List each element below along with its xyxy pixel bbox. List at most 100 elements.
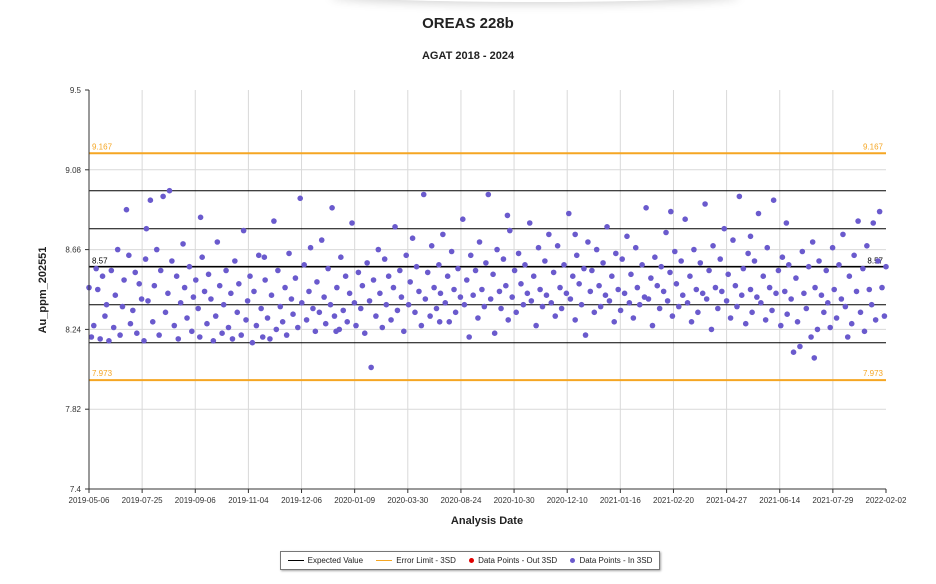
data-point [420,191,427,198]
data-point [271,218,277,224]
data-point [145,298,151,304]
data-point [394,307,401,314]
data-point [307,244,314,251]
data-point [385,273,392,280]
data-point [476,239,483,245]
data-point [234,309,241,316]
data-point [264,315,271,321]
data-point [199,254,205,260]
data-point [875,258,881,264]
data-point [645,296,652,302]
data-point [691,246,697,253]
x-tick-label: 2021-06-14 [759,496,800,505]
data-point [216,282,223,289]
data-point [214,239,221,245]
data-point [747,233,754,240]
data-point [162,309,169,316]
data-point [130,307,136,314]
data-point [604,224,610,230]
data-point [668,208,674,215]
data-point [565,210,572,217]
data-point [572,317,578,323]
x-tick-label: 2021-02-20 [653,496,694,505]
data-point [490,271,496,278]
legend-item-expected: Expected Value [287,556,364,565]
data-point [451,286,457,293]
data-point [121,277,127,283]
data-point [816,258,822,264]
data-point [857,309,864,316]
data-point [654,282,661,289]
data-point [533,322,539,329]
data-point [554,243,561,249]
data-point [818,292,825,299]
x-tick-label: 2021-01-16 [600,496,641,505]
x-tick-label: 2019-12-06 [281,496,322,505]
data-point [379,324,386,331]
data-point [717,256,724,262]
data-point [290,311,296,318]
data-point [142,256,149,262]
legend-label-expected: Expected Value [307,556,364,565]
data-point [783,220,790,226]
data-point [781,288,788,295]
x-tick-label: 2020-10-30 [494,496,535,505]
data-point [825,300,831,306]
error-limit-label-right: 9.167 [863,142,884,151]
data-point [688,319,695,325]
data-point [428,243,435,249]
data-point [243,317,249,323]
data-point [466,334,472,340]
data-point [413,263,420,270]
data-point [876,208,883,215]
data-point [192,277,199,283]
data-point [805,263,812,270]
data-point [790,349,797,356]
data-point [619,256,625,262]
data-point [288,296,295,302]
data-point [706,267,712,274]
data-point [505,317,512,323]
data-point [298,300,305,306]
data-point [157,267,164,274]
data-point [543,292,550,299]
data-point [751,258,758,264]
data-point [593,246,600,253]
data-point [373,313,379,319]
scatter-plot: 8.57 8.579.167 9.1677.973 7.973 2019-05-06 2… [37,86,907,527]
data-point [93,265,99,272]
data-point [721,225,728,232]
data-point [177,300,184,306]
data-point [147,197,154,203]
legend-item-error-limit: Error Limit - 3SD [376,556,456,565]
data-point [639,262,645,268]
data-point [702,201,708,207]
data-point [312,328,319,335]
data-point [509,294,516,300]
data-point [481,303,488,310]
data-point [572,231,578,238]
data-point [138,296,145,302]
data-point [238,332,245,338]
chart-legend: Expected Value Error Limit - 3SD Data Po… [280,551,660,570]
data-point [459,216,466,222]
legend-swatch-out-3sd [469,558,475,563]
data-point [262,277,268,283]
data-point [381,256,388,262]
data-point [682,216,688,222]
data-point [848,320,855,327]
data-point [708,326,715,333]
data-point [851,252,857,259]
data-point [189,328,195,335]
data-point [518,281,524,287]
data-point [520,301,527,308]
data-point [697,260,704,266]
data-point [801,290,807,297]
data-point [353,322,359,329]
data-point [151,282,158,289]
x-tick-label: 2021-04-27 [706,496,747,505]
data-point [210,338,217,344]
data-point [496,288,503,295]
data-point [361,330,368,337]
data-point [879,284,885,291]
